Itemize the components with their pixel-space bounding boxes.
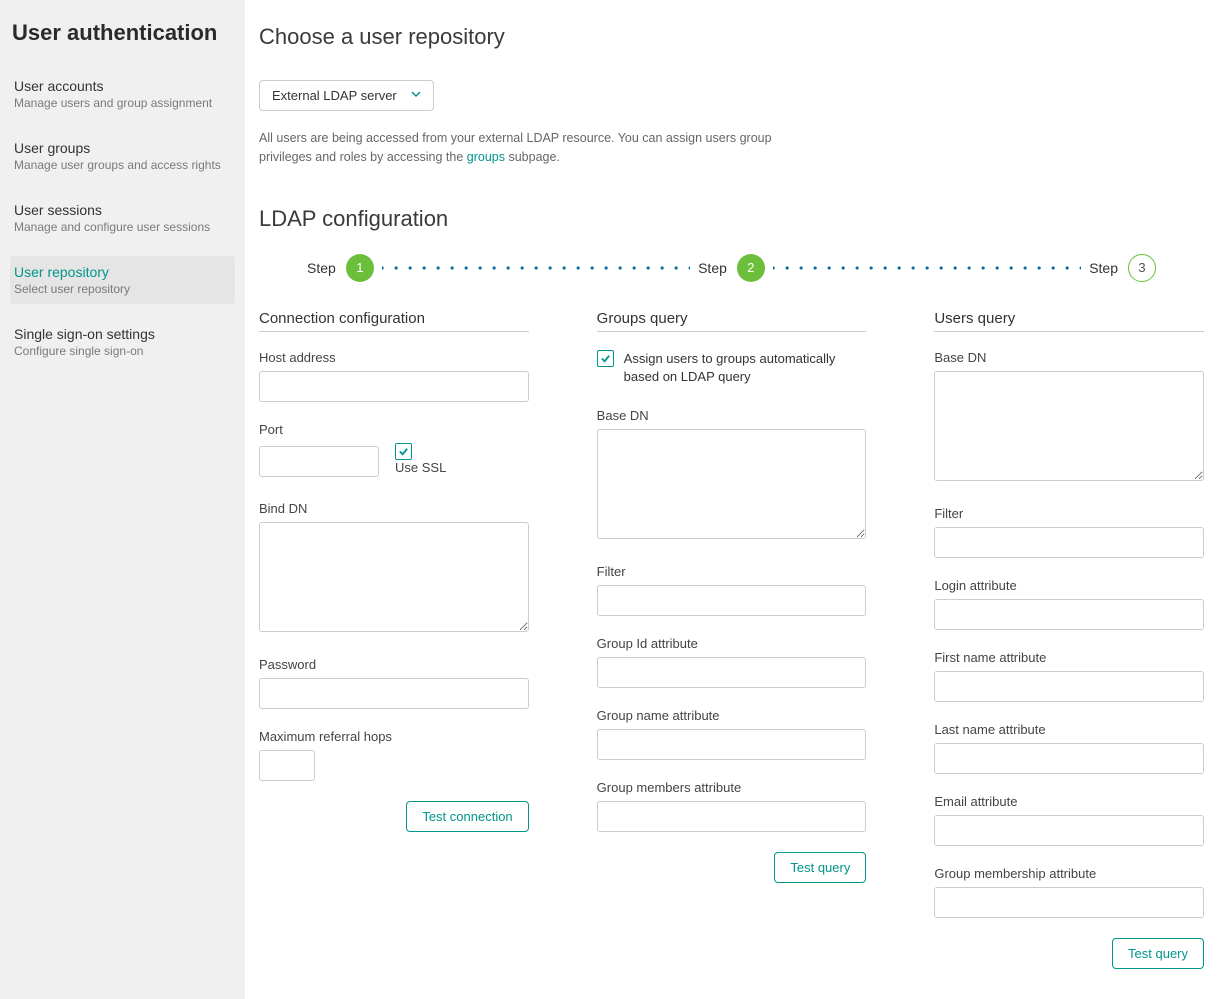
max-hops-label: Maximum referral hops	[259, 729, 529, 744]
main-content: Choose a user repository External LDAP s…	[245, 0, 1218, 999]
ldap-config-title: LDAP configuration	[259, 206, 1204, 232]
sidebar-item-label: Single sign-on settings	[14, 326, 231, 342]
assign-users-label: Assign users to groups automatically bas…	[624, 350, 867, 386]
steps-indicator: Step 1 Step 2 Step 3	[259, 254, 1204, 282]
bind-dn-input[interactable]	[259, 522, 529, 632]
step-connector	[382, 266, 690, 270]
port-input[interactable]	[259, 446, 379, 477]
port-label: Port	[259, 422, 529, 437]
repository-note: All users are being accessed from your e…	[259, 129, 779, 168]
sidebar-item-sso-settings[interactable]: Single sign-on settings Configure single…	[10, 318, 235, 366]
step-2: Step 2	[698, 254, 765, 282]
sidebar-item-label: User repository	[14, 264, 231, 280]
use-ssl-label: Use SSL	[395, 460, 446, 475]
last-name-attribute-input[interactable]	[934, 743, 1204, 774]
groups-filter-input[interactable]	[597, 585, 867, 616]
host-address-label: Host address	[259, 350, 529, 365]
group-name-label: Group name attribute	[597, 708, 867, 723]
step-label: Step	[307, 260, 336, 276]
group-members-input[interactable]	[597, 801, 867, 832]
step-connector	[773, 266, 1081, 270]
checkbox-icon	[395, 443, 412, 460]
bind-dn-label: Bind DN	[259, 501, 529, 516]
max-hops-input[interactable]	[259, 750, 315, 781]
checkbox-icon	[597, 350, 614, 367]
sidebar-heading: User authentication	[10, 20, 235, 46]
connection-config-column: Connection configuration Host address Po…	[259, 310, 529, 832]
users-test-query-button[interactable]: Test query	[1112, 938, 1204, 969]
step-circle: 2	[737, 254, 765, 282]
group-members-label: Group members attribute	[597, 780, 867, 795]
chevron-down-icon	[411, 89, 421, 102]
sidebar-item-desc: Manage users and group assignment	[14, 96, 231, 110]
password-label: Password	[259, 657, 529, 672]
group-id-label: Group Id attribute	[597, 636, 867, 651]
step-3: Step 3	[1089, 254, 1156, 282]
page-title: Choose a user repository	[259, 24, 1204, 50]
sidebar: User authentication User accounts Manage…	[0, 0, 245, 999]
users-query-column: Users query Base DN Filter Login attribu…	[934, 310, 1204, 969]
groups-link[interactable]: groups	[467, 150, 505, 164]
sidebar-item-desc: Configure single sign-on	[14, 344, 231, 358]
sidebar-item-user-sessions[interactable]: User sessions Manage and configure user …	[10, 194, 235, 242]
group-title: Groups query	[597, 310, 867, 332]
sidebar-item-desc: Manage and configure user sessions	[14, 220, 231, 234]
email-attribute-input[interactable]	[934, 815, 1204, 846]
groups-base-dn-label: Base DN	[597, 408, 867, 423]
group-name-input[interactable]	[597, 729, 867, 760]
use-ssl-checkbox[interactable]: Use SSL	[395, 443, 446, 475]
sidebar-item-user-repository[interactable]: User repository Select user repository	[10, 256, 235, 304]
host-address-input[interactable]	[259, 371, 529, 402]
email-attribute-label: Email attribute	[934, 794, 1204, 809]
step-circle: 3	[1128, 254, 1156, 282]
sidebar-item-user-accounts[interactable]: User accounts Manage users and group ass…	[10, 70, 235, 118]
test-connection-button[interactable]: Test connection	[406, 801, 528, 832]
sidebar-item-user-groups[interactable]: User groups Manage user groups and acces…	[10, 132, 235, 180]
users-filter-input[interactable]	[934, 527, 1204, 558]
password-input[interactable]	[259, 678, 529, 709]
users-base-dn-label: Base DN	[934, 350, 1204, 365]
sidebar-item-label: User sessions	[14, 202, 231, 218]
first-name-attribute-label: First name attribute	[934, 650, 1204, 665]
group-title: Users query	[934, 310, 1204, 332]
step-label: Step	[698, 260, 727, 276]
login-attribute-label: Login attribute	[934, 578, 1204, 593]
login-attribute-input[interactable]	[934, 599, 1204, 630]
group-membership-attribute-label: Group membership attribute	[934, 866, 1204, 881]
step-1: Step 1	[307, 254, 374, 282]
step-label: Step	[1089, 260, 1118, 276]
sidebar-item-label: User accounts	[14, 78, 231, 94]
assign-users-checkbox[interactable]	[597, 350, 614, 386]
sidebar-item-desc: Manage user groups and access rights	[14, 158, 231, 172]
groups-test-query-button[interactable]: Test query	[774, 852, 866, 883]
last-name-attribute-label: Last name attribute	[934, 722, 1204, 737]
first-name-attribute-input[interactable]	[934, 671, 1204, 702]
sidebar-item-desc: Select user repository	[14, 282, 231, 296]
group-id-input[interactable]	[597, 657, 867, 688]
users-filter-label: Filter	[934, 506, 1204, 521]
users-base-dn-input[interactable]	[934, 371, 1204, 481]
sidebar-item-label: User groups	[14, 140, 231, 156]
groups-base-dn-input[interactable]	[597, 429, 867, 539]
step-circle: 1	[346, 254, 374, 282]
group-membership-attribute-input[interactable]	[934, 887, 1204, 918]
group-title: Connection configuration	[259, 310, 529, 332]
repository-select[interactable]: External LDAP server	[259, 80, 434, 111]
groups-query-column: Groups query Assign users to groups auto…	[597, 310, 867, 883]
groups-filter-label: Filter	[597, 564, 867, 579]
repository-selected-value: External LDAP server	[272, 88, 397, 103]
